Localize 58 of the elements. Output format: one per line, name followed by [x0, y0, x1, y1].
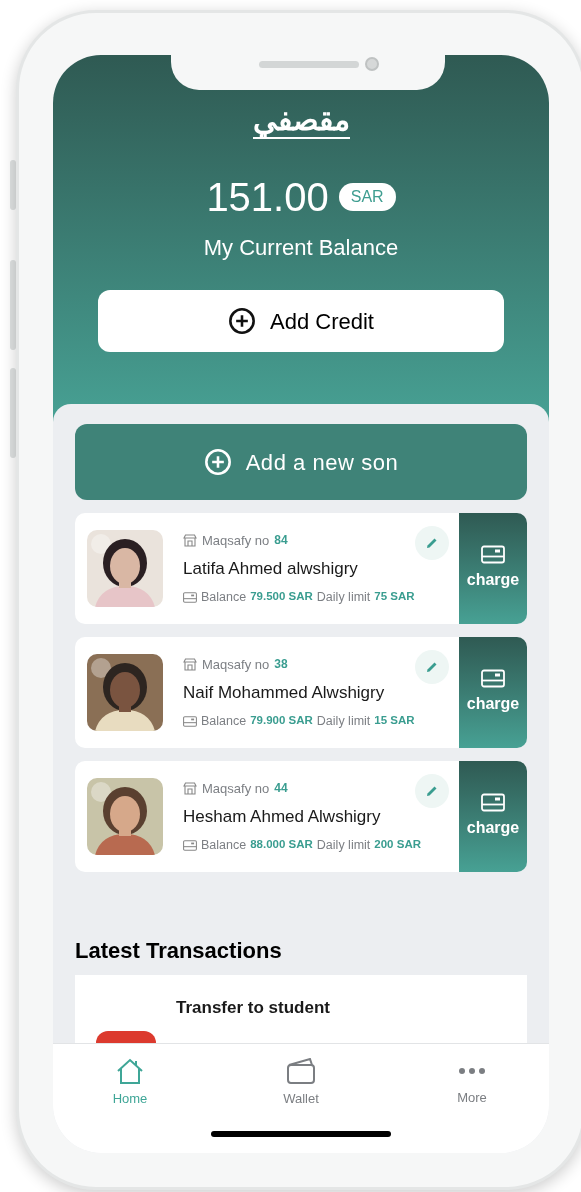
- limit-value: 15 SAR: [374, 713, 415, 729]
- child-name: Naif Mohammed Alwshigry: [183, 682, 386, 705]
- pencil-icon: [426, 661, 438, 673]
- child-card[interactable]: Maqsafy no 84 Latifa Ahmed alwshigry Balance 79.500 SAR Daily limit 75 SAR: [75, 513, 459, 624]
- plus-circle-icon: [203, 448, 232, 476]
- balance-value: 79.500 SAR: [250, 589, 313, 605]
- pencil-icon: [426, 785, 438, 797]
- card-icon: [481, 669, 505, 688]
- limit-value: 200 SAR: [374, 837, 421, 853]
- edit-button[interactable]: [415, 526, 449, 560]
- home-icon: [115, 1058, 145, 1085]
- charge-button[interactable]: charge: [459, 513, 527, 624]
- nav-tab[interactable]: More: [442, 1058, 502, 1109]
- store-icon: [183, 781, 197, 795]
- wallet-icon: [286, 1058, 316, 1085]
- maqsafy-label: Maqsafy no: [202, 531, 270, 550]
- balance-value: 88.000 SAR: [250, 837, 313, 853]
- transaction-title: Transfer to student: [176, 997, 330, 1019]
- maqsafy-number: 44: [274, 780, 288, 798]
- balance-amount: 151.00: [206, 177, 329, 217]
- limit-label: Daily limit: [316, 712, 371, 730]
- child-name: Hesham Ahmed Alwshigry: [183, 806, 382, 829]
- section-title: Latest Transactions: [75, 937, 283, 965]
- edit-button[interactable]: [415, 650, 449, 684]
- card-icon: [481, 793, 505, 812]
- edit-button[interactable]: [415, 774, 449, 808]
- balance-label: Balance: [201, 588, 247, 606]
- store-icon: [183, 657, 197, 671]
- balance-label: My Current Balance: [203, 234, 399, 262]
- more-icon: [457, 1066, 487, 1076]
- charge-button[interactable]: charge: [459, 637, 527, 748]
- card-icon: [183, 715, 197, 727]
- child-name: Latifa Ahmed alwshigry: [183, 558, 359, 581]
- maqsafy-label: Maqsafy no: [202, 655, 270, 674]
- limit-label: Daily limit: [316, 588, 371, 606]
- limit-value: 75 SAR: [374, 589, 415, 605]
- card-icon: [183, 591, 197, 603]
- balance-label: Balance: [201, 836, 247, 854]
- maqsafy-number: 38: [274, 656, 288, 674]
- maqsafy-label: Maqsafy no: [202, 779, 270, 798]
- card-icon: [183, 839, 197, 851]
- limit-label: Daily limit: [316, 836, 371, 854]
- plus-circle-icon: [228, 307, 256, 335]
- store-icon: [183, 533, 197, 547]
- charge-button[interactable]: charge: [459, 761, 527, 872]
- child-card[interactable]: Maqsafy no 38 Naif Mohammed Alwshigry Balance 79.900 SAR Daily limit 15 SAR: [75, 637, 459, 748]
- maqsafy-number: 84: [274, 532, 288, 550]
- child-card[interactable]: Maqsafy no 44 Hesham Ahmed Alwshigry Balance 88.000 SAR Daily limit 200 SAR: [75, 761, 459, 872]
- nav-tab[interactable]: Home: [100, 1058, 160, 1109]
- pencil-icon: [426, 537, 438, 549]
- app-logo: مقصفي: [252, 105, 350, 139]
- balance-value: 79.900 SAR: [250, 713, 313, 729]
- currency-badge: SAR: [338, 183, 396, 211]
- add-credit-button[interactable]: Add Credit: [98, 290, 504, 352]
- balance-label: Balance: [201, 712, 247, 730]
- add-son-button[interactable]: Add a new son: [75, 424, 527, 500]
- card-icon: [481, 545, 505, 564]
- nav-tab[interactable]: Wallet: [271, 1058, 331, 1109]
